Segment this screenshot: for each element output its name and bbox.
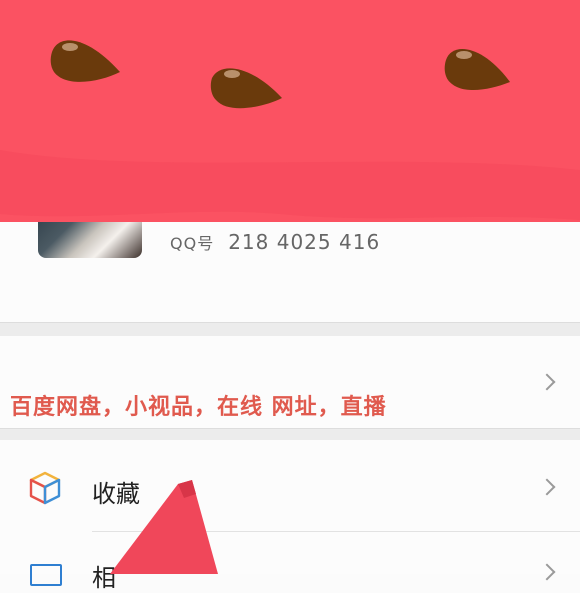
qq-number-line: QQ号 218 4025 416	[170, 230, 380, 254]
ad-text: 百度网盘，小视品，在线 网址，直播	[10, 395, 387, 420]
seed-icon	[50, 40, 120, 82]
section-divider	[0, 322, 580, 337]
album-icon	[30, 564, 62, 586]
seed-icon	[210, 68, 282, 109]
cube-icon	[29, 471, 61, 505]
seed-icon	[444, 49, 510, 91]
menu-item-favorites[interactable]	[0, 440, 580, 532]
qq-number: 218 4025 416	[228, 230, 381, 254]
menu-item-next[interactable]	[0, 532, 580, 574]
annotation-arrow	[110, 480, 218, 574]
qq-label: QQ号	[170, 234, 215, 253]
